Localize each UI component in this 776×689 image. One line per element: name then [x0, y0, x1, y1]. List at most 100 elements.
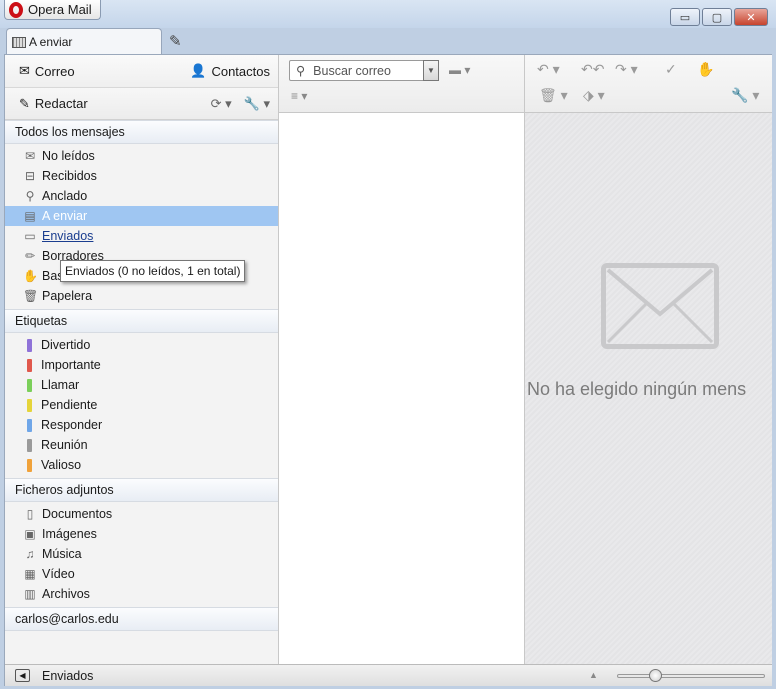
reply-icon[interactable]: ↶ ▾	[537, 61, 560, 78]
sent-folder-tooltip: Enviados (0 no leídos, 1 en total)	[60, 260, 246, 282]
sidebar-item-label-meeting[interactable]: Reunión	[5, 435, 278, 455]
video-icon: ▦	[24, 567, 36, 581]
archive-icon: ▥	[24, 587, 36, 601]
sidebar-item-trash[interactable]: 🗑 Papelera	[5, 286, 278, 306]
close-button[interactable]: ✕	[734, 8, 768, 26]
compose-button[interactable]: ✎ Redactar	[19, 96, 88, 112]
label-color-tag	[27, 378, 32, 392]
wrench-menu-icon[interactable]: 🔧 ▾	[731, 87, 759, 104]
app-title: Opera Mail	[28, 2, 92, 17]
sidebar-item-label: Responder	[41, 418, 103, 432]
compose-icon: ✎	[169, 33, 182, 50]
view-layout-icon[interactable]: ▬ ▾	[449, 63, 470, 77]
sidebar-item-label-valuable[interactable]: Valioso	[5, 455, 278, 475]
sidebar-item-label: Importante	[41, 358, 101, 372]
music-icon: ♫	[25, 547, 35, 561]
sidebar-item-music[interactable]: ♫ Música	[5, 544, 278, 564]
labels-header[interactable]: Etiquetas	[5, 309, 278, 333]
hand-icon: ✋	[23, 269, 38, 283]
new-compose-tab-button[interactable]: ✎	[169, 32, 187, 50]
sidebar-item-label: Enviados	[42, 229, 94, 243]
sidebar-item-label: Valioso	[41, 458, 82, 472]
sidebar-item-video[interactable]: ▦ Vídeo	[5, 564, 278, 584]
main-client: ✉ Correo 👤 Contactos ✎ Redactar ⟳ ▾ 🔧 ▾ …	[4, 54, 772, 686]
search-input[interactable]: Buscar correo	[313, 64, 391, 78]
label-color-tag	[27, 418, 32, 432]
sidebar-item-label: Pendiente	[41, 398, 98, 412]
message-list-toolbar: ⚲ Buscar correo ▼ ▬ ▾ ≡ ▾	[279, 55, 524, 113]
compose-icon: ✎	[19, 95, 30, 111]
label-tag-icon[interactable]: ⬗ ▾	[583, 87, 605, 104]
forward-icon[interactable]: ↷ ▾	[615, 61, 638, 78]
spam-hand-icon[interactable]: ✋	[697, 61, 714, 78]
toggle-panel-button[interactable]: ◀	[15, 669, 30, 682]
no-message-selected-text: No ha elegido ningún mens	[527, 379, 747, 399]
sidebar-item-received[interactable]: ⊟ Recibidos	[5, 166, 278, 186]
pin-icon: ⚲	[25, 189, 35, 203]
sidebar-item-label-fun[interactable]: Divertido	[5, 335, 278, 355]
message-list-pane: ⚲ Buscar correo ▼ ▬ ▾ ≡ ▾	[279, 55, 525, 664]
sidebar-item-sent[interactable]: ▭ Enviados	[5, 226, 278, 246]
search-icon: ⚲	[296, 64, 306, 78]
envelope-icon: ✉	[24, 149, 36, 163]
tab-outbox[interactable]: A enviar	[6, 28, 162, 55]
sidebar: ✉ Correo 👤 Contactos ✎ Redactar ⟳ ▾ 🔧 ▾ …	[5, 55, 279, 664]
filter-sort-icon[interactable]: ≡ ▾	[291, 89, 307, 103]
status-text: Enviados	[42, 668, 94, 683]
document-icon: ▯	[26, 507, 34, 521]
mark-read-icon[interactable]: ✓	[665, 61, 677, 78]
trash-icon: 🗑	[23, 289, 39, 303]
sidebar-item-pinned[interactable]: ⚲ Anclado	[5, 186, 278, 206]
sidebar-item-label: Documentos	[42, 507, 113, 521]
sidebar-item-label-pending[interactable]: Pendiente	[5, 395, 278, 415]
sidebar-item-outbox[interactable]: ▤ A enviar	[5, 206, 278, 226]
label-color-tag	[27, 458, 32, 472]
sidebar-item-label: Llamar	[41, 378, 80, 392]
label-color-tag	[27, 398, 32, 412]
attachments-list: ▯ Documentos ▣ Imágenes ♫ Música ▦ Vídeo…	[5, 502, 278, 607]
sidebar-item-label-reply[interactable]: Responder	[5, 415, 278, 435]
sidebar-item-label: Anclado	[42, 189, 88, 203]
sidebar-item-documents[interactable]: ▯ Documentos	[5, 504, 278, 524]
sent-icon: ▭	[24, 229, 36, 243]
label-color-tag	[27, 438, 32, 452]
zoom-slider-thumb[interactable]	[649, 669, 662, 682]
inbox-icon: ⊟	[24, 169, 36, 183]
search-field[interactable]: ⚲ Buscar correo ▼	[289, 60, 439, 81]
contacts-panel-button[interactable]: 👤 Contactos	[190, 63, 270, 79]
sidebar-item-archives[interactable]: ▥ Archivos	[5, 584, 278, 604]
zoom-slider-track[interactable]	[617, 674, 765, 678]
image-icon: ▣	[24, 527, 36, 541]
empty-envelope-icon	[601, 263, 719, 349]
sidebar-item-label-call[interactable]: Llamar	[5, 375, 278, 395]
opera-logo-icon	[9, 1, 23, 18]
attachments-header[interactable]: Ficheros adjuntos	[5, 478, 278, 502]
mail-panel-button[interactable]: ✉ Correo	[19, 63, 75, 79]
all-messages-header[interactable]: Todos los mensajes	[5, 120, 278, 144]
envelope-graphic	[606, 268, 714, 344]
opera-menu-button[interactable]: Opera Mail	[4, 0, 101, 20]
mail-label: Correo	[34, 63, 75, 79]
account-header[interactable]: carlos@carlos.edu	[5, 607, 278, 631]
sidebar-item-label-important[interactable]: Importante	[5, 355, 278, 375]
sidebar-item-label: Divertido	[41, 338, 91, 352]
outbox-icon	[12, 36, 26, 48]
sidebar-item-label: A enviar	[42, 209, 88, 223]
wrench-menu-icon[interactable]: 🔧 ▾	[244, 96, 270, 112]
panel-toggle-icon: ◀	[19, 671, 26, 680]
sidebar-item-label: Archivos	[42, 587, 90, 601]
sidebar-item-images[interactable]: ▣ Imágenes	[5, 524, 278, 544]
compose-label: Redactar	[34, 96, 88, 111]
sync-menu-icon[interactable]: ⟳ ▾	[211, 96, 232, 112]
reply-all-icon[interactable]: ↶↶	[581, 61, 604, 78]
sidebar-item-label: Papelera	[42, 289, 93, 303]
search-dropdown-button[interactable]: ▼	[423, 60, 439, 81]
delete-icon[interactable]: 🗑 ▾	[539, 87, 568, 104]
person-icon: 👤	[190, 63, 207, 78]
label-color-tag	[27, 338, 32, 352]
sidebar-item-label: Vídeo	[42, 567, 75, 581]
minimize-button[interactable]: ▭	[670, 8, 700, 26]
zoom-up-icon[interactable]: ▲	[589, 670, 598, 680]
maximize-button[interactable]: ▢	[702, 8, 732, 26]
sidebar-item-unread[interactable]: ✉ No leídos	[5, 146, 278, 166]
